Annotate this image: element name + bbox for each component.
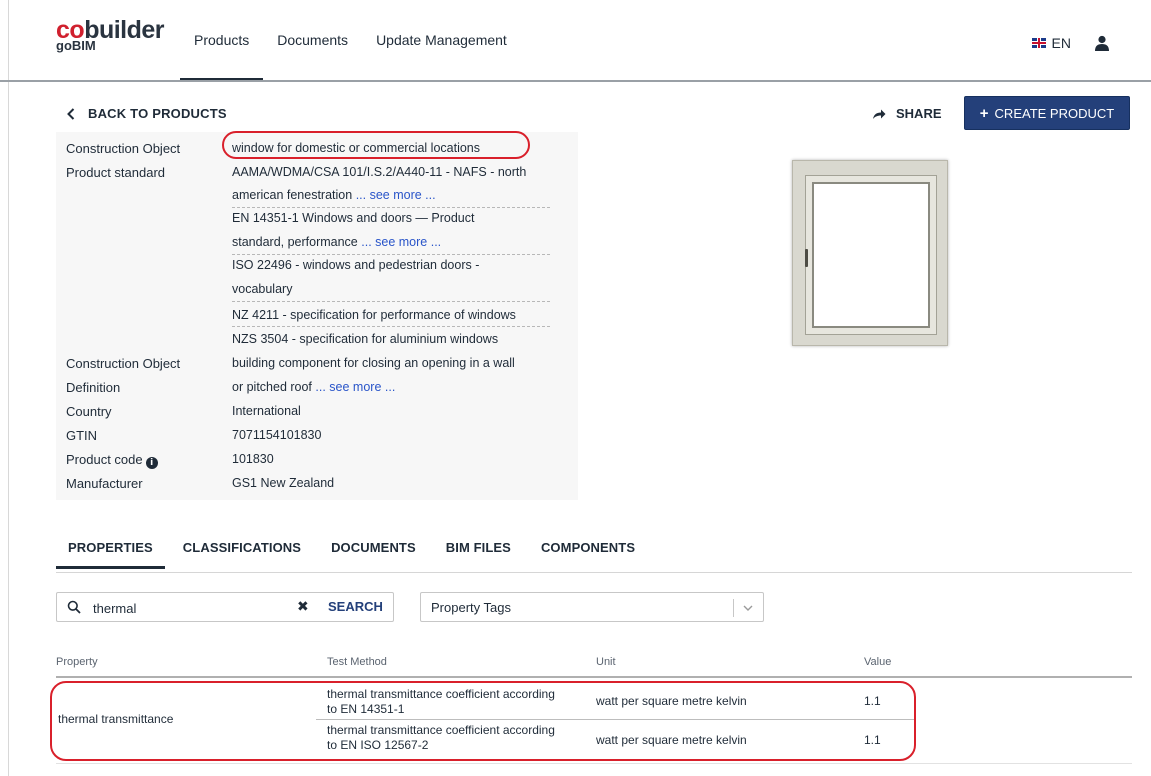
table-header-divider (56, 676, 1132, 678)
language-selector[interactable]: EN (1031, 35, 1071, 51)
definition-text: or pitched roof (232, 380, 312, 394)
window-handle (805, 249, 808, 267)
gtin-label: GTIN (66, 428, 98, 443)
standard-1-line2: american fenestration ... see more ... (232, 188, 436, 202)
standard-2-text: standard, performance (232, 235, 358, 249)
standard-4: NZ 4211 - specification for performance … (232, 308, 516, 322)
see-more-link[interactable]: ... see more ... (361, 235, 441, 249)
top-divider (0, 80, 1151, 82)
product-tabs: PROPERTIES CLASSIFICATIONS DOCUMENTS BIM… (56, 540, 647, 569)
see-more-link[interactable]: ... see more ... (356, 188, 436, 202)
property-tags-placeholder: Property Tags (431, 600, 511, 615)
product-image-window (792, 160, 948, 346)
cobuilder-logo[interactable]: cobuilder goBIM (56, 16, 165, 53)
uk-flag-icon (1031, 38, 1046, 48)
definition-label-line2: Definition (66, 380, 121, 395)
property-search: ✖ SEARCH (56, 592, 394, 622)
tab-components[interactable]: COMPONENTS (529, 540, 647, 569)
column-header-test-method: Test Method (327, 656, 387, 668)
definition-see-more-link[interactable]: ... see more ... (315, 380, 395, 394)
construction-object-label: Construction Object (66, 141, 181, 156)
create-product-button[interactable]: + CREATE PRODUCT (964, 96, 1130, 130)
back-to-products-link[interactable]: BACK TO PRODUCTS (66, 106, 227, 121)
product-code-text: Product code (66, 452, 143, 467)
standard-divider (232, 326, 550, 327)
annotation-highlight-table-rows (50, 681, 916, 761)
country-label: Country (66, 404, 112, 419)
tab-bim-files[interactable]: BIM FILES (434, 540, 523, 569)
column-header-unit: Unit (596, 656, 616, 668)
chevron-down-icon (743, 605, 753, 611)
product-code-label: Product code i (66, 452, 158, 469)
nav-documents[interactable]: Documents (263, 0, 362, 80)
search-button[interactable]: SEARCH (328, 599, 383, 614)
column-header-value: Value (864, 656, 892, 668)
standard-divider (232, 207, 550, 208)
create-product-label: CREATE PRODUCT (994, 105, 1115, 121)
share-arrow-icon (873, 109, 886, 119)
top-bar: cobuilder goBIM Products Documents Updat… (0, 0, 1151, 80)
nav-update-management[interactable]: Update Management (362, 0, 521, 80)
property-tags-select[interactable]: Property Tags (420, 592, 764, 622)
standard-1-text: american fenestration (232, 188, 353, 202)
search-icon (67, 600, 81, 614)
standard-2-line1: EN 14351-1 Windows and doors — Product (232, 211, 475, 225)
product-details-panel: Construction Object window for domestic … (56, 132, 578, 500)
standard-3-line1: ISO 22496 - windows and pedestrian doors… (232, 258, 480, 272)
info-icon[interactable]: i (145, 457, 158, 469)
top-right-controls: EN (1031, 34, 1111, 52)
tabs-divider (56, 572, 1132, 573)
standard-3-line2: vocabulary (232, 282, 293, 296)
standard-divider (232, 254, 550, 255)
manufacturer-value: GS1 New Zealand (232, 476, 335, 490)
language-label: EN (1051, 35, 1071, 51)
table-bottom-divider (56, 763, 1132, 764)
chevron-left-icon (67, 107, 75, 120)
column-header-property: Property (56, 656, 98, 668)
clear-search-icon[interactable]: ✖ (297, 599, 309, 615)
frame-edge (8, 0, 9, 776)
select-separator (733, 599, 734, 617)
logo-name: builder (84, 16, 165, 44)
standard-2-line2: standard, performance ... see more ... (232, 235, 441, 249)
product-code-value: 101830 (232, 452, 274, 466)
gtin-value: 7071154101830 (232, 428, 322, 442)
manufacturer-label: Manufacturer (66, 476, 143, 491)
share-button[interactable]: SHARE (872, 106, 942, 121)
share-label: SHARE (896, 106, 942, 121)
plus-icon: + (979, 104, 989, 122)
nav-products[interactable]: Products (180, 0, 264, 80)
standard-5: NZS 3504 - specification for aluminium w… (232, 332, 499, 346)
definition-line2: or pitched roof ... see more ... (232, 380, 395, 394)
annotation-highlight-construction-object (222, 131, 530, 159)
definition-line1: building component for closing an openin… (232, 356, 515, 370)
product-standard-label: Product standard (66, 165, 166, 180)
standard-1-line1: AAMA/WDMA/CSA 101/I.S.2/A440-11 - NAFS -… (232, 165, 527, 179)
standard-divider (232, 301, 550, 302)
tab-classifications[interactable]: CLASSIFICATIONS (171, 540, 313, 569)
tab-properties[interactable]: PROPERTIES (56, 540, 165, 569)
main-nav: Products Documents Update Management (180, 0, 521, 80)
tab-documents[interactable]: DOCUMENTS (319, 540, 428, 569)
definition-label-line1: Construction Object (66, 356, 181, 371)
user-icon[interactable] (1093, 34, 1111, 52)
search-input[interactable] (93, 598, 323, 618)
back-label: BACK TO PRODUCTS (88, 106, 227, 121)
country-value: International (232, 404, 301, 418)
